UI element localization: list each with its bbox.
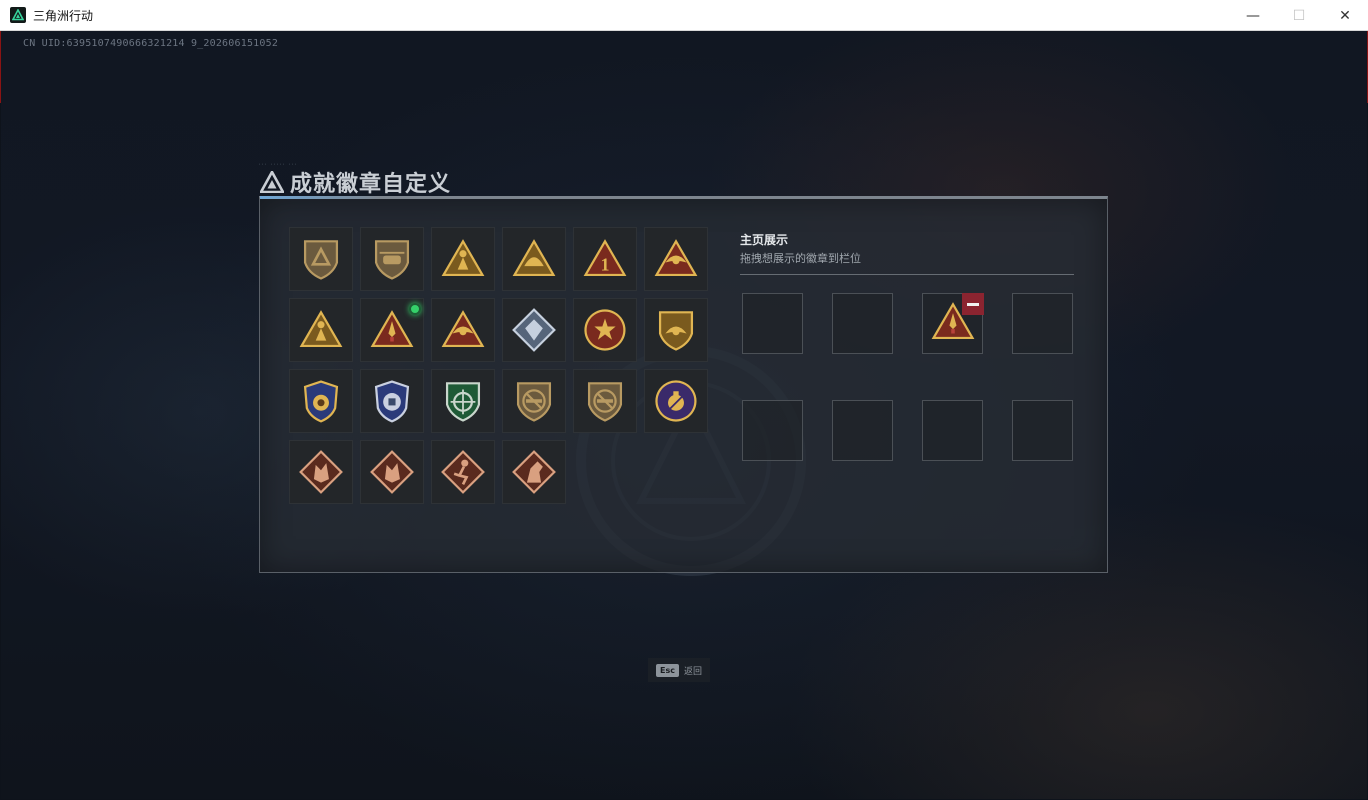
runner-diamond-badge-icon [440, 449, 486, 495]
delta-shield-badge-icon [298, 236, 344, 282]
badge-customize-panel: 1 主页展示 拖拽想展示的徽章到栏位 [259, 196, 1108, 573]
back-label: 返回 [683, 666, 702, 677]
minimize-button[interactable]: — [1230, 0, 1276, 31]
wings-shield-badge-icon [653, 307, 699, 353]
showcase-slot[interactable] [922, 400, 983, 461]
panel-accent-bar [260, 196, 380, 199]
showcase-title: 主页展示 [740, 233, 789, 247]
no-rifle-badge-icon [511, 378, 557, 424]
showcase-subtitle: 拖拽想展示的徽章到栏位 [740, 252, 861, 265]
number-one-badge[interactable]: 1 [573, 227, 637, 291]
window-titlebar[interactable]: 三角洲行动 — ☐ ✕ [0, 0, 1368, 31]
delta-shield-badge[interactable] [289, 227, 353, 291]
rocket-triangle-badge-icon [369, 307, 415, 353]
maximize-button[interactable]: ☐ [1276, 0, 1322, 31]
showcase-slot-grid [742, 293, 1073, 461]
dragon-diamond-badge-2-icon [369, 449, 415, 495]
esc-key-label: Esc [656, 663, 679, 677]
homepage-showcase: 主页展示 拖拽想展示的徽章到栏位 [740, 227, 1074, 461]
horse-diamond-badge[interactable] [502, 440, 566, 504]
helicopter-badge-icon [369, 236, 415, 282]
star-medal-badge[interactable] [573, 298, 637, 362]
showcase-slot[interactable] [832, 293, 893, 354]
showcase-slot[interactable] [922, 293, 984, 354]
helmet-triangle-badge[interactable] [502, 227, 566, 291]
window-title: 三角洲行动 [33, 8, 94, 23]
esc-back-button[interactable]: Esc 返回 [648, 658, 710, 682]
delta-triangle-icon [260, 171, 284, 193]
badge-collection-grid: 1 [289, 227, 708, 504]
dragon-diamond-badge-icon [298, 449, 344, 495]
dialog-title: 成就徽章自定义 [290, 172, 452, 197]
eagle-triangle-badge-icon [653, 236, 699, 282]
uid-label: CN UID:6395107490666321214 9_20260615105… [23, 38, 279, 49]
new-indicator-dot [409, 303, 421, 315]
arm-triangle-badge-icon [440, 307, 486, 353]
dragon-diamond-badge-2[interactable] [360, 440, 424, 504]
crystal-diamond-badge[interactable] [502, 298, 566, 362]
showcase-slot[interactable] [742, 400, 803, 461]
number-one-badge-icon: 1 [582, 236, 628, 282]
eagle-triangle-badge[interactable] [644, 227, 708, 291]
showcase-slot[interactable] [1012, 400, 1073, 461]
close-button[interactable]: ✕ [1322, 0, 1368, 31]
no-rifle-badge-2-icon [582, 378, 628, 424]
showcase-slot[interactable] [832, 400, 893, 461]
showcase-divider [740, 274, 1074, 275]
wings-shield-badge[interactable] [644, 298, 708, 362]
soldier-triangle-badge-icon [440, 236, 486, 282]
dragon-diamond-badge[interactable] [289, 440, 353, 504]
remove-badge-button[interactable] [962, 293, 984, 315]
arm-triangle-badge[interactable] [431, 298, 495, 362]
police-silver-badge-icon [369, 378, 415, 424]
squad-triangle-badge[interactable] [289, 298, 353, 362]
minus-icon [967, 302, 979, 306]
runner-diamond-badge[interactable] [431, 440, 495, 504]
soldier-triangle-badge[interactable] [431, 227, 495, 291]
no-rifle-badge-2[interactable] [573, 369, 637, 433]
crystal-diamond-badge-icon [511, 307, 557, 353]
no-rifle-badge[interactable] [502, 369, 566, 433]
svg-text:1: 1 [601, 255, 610, 275]
app-logo-icon [10, 7, 26, 23]
police-gold-badge[interactable] [289, 369, 353, 433]
star-medal-badge-icon [582, 307, 628, 353]
rocket-triangle-badge[interactable] [360, 298, 424, 362]
police-silver-badge[interactable] [360, 369, 424, 433]
helicopter-badge[interactable] [360, 227, 424, 291]
crosshair-green-badge-icon [440, 378, 486, 424]
helmet-triangle-badge-icon [511, 236, 557, 282]
showcase-slot[interactable] [1012, 293, 1073, 354]
grenade-purple-badge[interactable] [644, 369, 708, 433]
squad-triangle-badge-icon [298, 307, 344, 353]
horse-diamond-badge-icon [511, 449, 557, 495]
crosshair-green-badge[interactable] [431, 369, 495, 433]
dialog-header: 成就徽章自定义 [260, 166, 451, 198]
showcase-slot[interactable] [742, 293, 803, 354]
police-gold-badge-icon [298, 378, 344, 424]
grenade-purple-badge-icon [653, 378, 699, 424]
